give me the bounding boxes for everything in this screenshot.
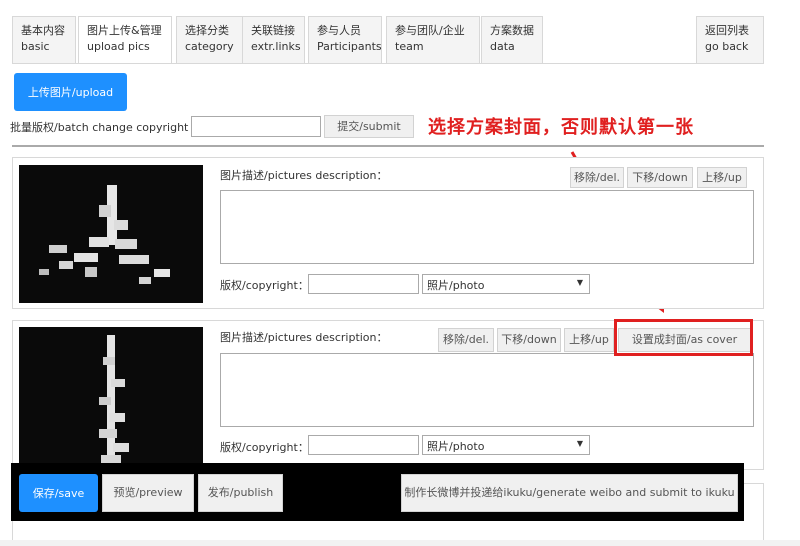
- move-up-button[interactable]: 上移/up: [564, 328, 614, 352]
- move-down-button[interactable]: 下移/down: [497, 328, 561, 352]
- remove-button[interactable]: 移除/del.: [570, 167, 624, 188]
- chevron-down-icon: ▼: [576, 278, 583, 287]
- description-label: 图片描述/pictures description：: [220, 169, 388, 182]
- move-up-button[interactable]: 上移/up: [697, 167, 747, 188]
- copyright-input[interactable]: [308, 274, 419, 294]
- generate-weibo-button[interactable]: 制作长微博并投递给ikuku/generate weibo and submit…: [401, 474, 738, 512]
- description-textarea[interactable]: [220, 353, 754, 427]
- horizontal-scrollbar[interactable]: [0, 540, 800, 546]
- chevron-down-icon: ▼: [576, 439, 583, 448]
- photo-type-select[interactable]: 照片/photo ▼: [422, 435, 590, 455]
- photo-type-value: 照片/photo: [427, 440, 485, 453]
- save-button[interactable]: 保存/save: [19, 474, 98, 512]
- description-label: 图片描述/pictures description：: [220, 331, 388, 344]
- copyright-label: 版权/copyright：: [220, 279, 309, 292]
- preview-button[interactable]: 预览/preview: [102, 474, 194, 512]
- picture-thumbnail[interactable]: [19, 327, 203, 467]
- sculpture-image-2: [19, 327, 203, 467]
- photo-type-value: 照片/photo: [427, 279, 485, 292]
- picture-card: 图片描述/pictures description： 移除/del. 下移/do…: [12, 157, 764, 309]
- remove-button[interactable]: 移除/del.: [438, 328, 494, 352]
- move-down-button[interactable]: 下移/down: [627, 167, 693, 188]
- picture-thumbnail[interactable]: [19, 165, 203, 303]
- cover-button-highlight: [614, 319, 753, 356]
- copyright-label: 版权/copyright：: [220, 441, 309, 454]
- copyright-input[interactable]: [308, 435, 419, 455]
- bottom-action-bar: 保存/save 预览/preview 发布/publish 制作长微博并投递给i…: [11, 463, 744, 521]
- photo-type-select[interactable]: 照片/photo ▼: [422, 274, 590, 294]
- publish-button[interactable]: 发布/publish: [198, 474, 283, 512]
- description-textarea[interactable]: [220, 190, 754, 264]
- sculpture-image-1: [19, 165, 203, 303]
